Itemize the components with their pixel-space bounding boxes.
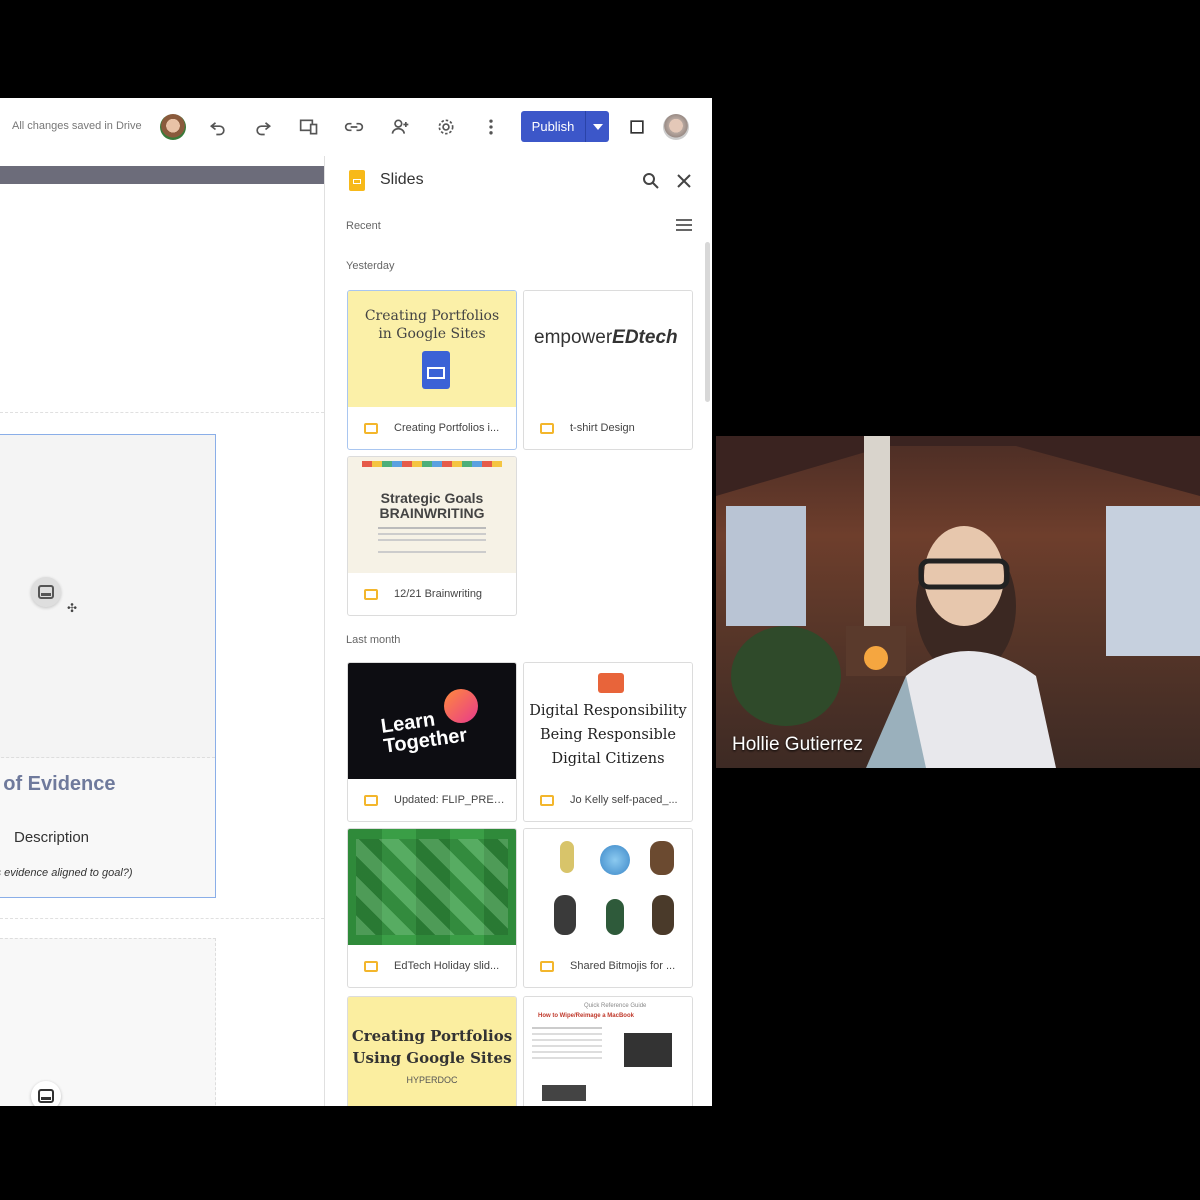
undo-icon[interactable] — [206, 115, 230, 139]
thumbnail-screenshot — [624, 1033, 672, 1067]
thumbnail-subtitle: HYPERDOC — [406, 1075, 458, 1085]
file-tile[interactable]: Shared Bitmojis for ... — [523, 828, 693, 988]
publish-button[interactable]: Publish — [521, 111, 609, 142]
link-icon[interactable] — [342, 115, 366, 139]
thumbnail-title: Creating Portfolios Using Google Sites — [351, 1027, 513, 1067]
file-tile[interactable]: empowerEDtech t-shirt Design — [523, 290, 693, 450]
account-avatar[interactable] — [663, 114, 689, 140]
section-divider — [0, 918, 324, 919]
file-tile[interactable]: Digital Responsibility Being Responsible D… — [523, 662, 693, 822]
thumbnail-title: Learn Together — [379, 708, 469, 758]
participant-video: Hollie Gutierrez — [716, 436, 1200, 768]
file-tile[interactable]: EdTech Holiday slid... — [347, 828, 517, 988]
thumbnail-title: Creating Portfolios in Google Sites — [364, 308, 500, 342]
bitmoji-figure — [650, 841, 674, 875]
redo-icon[interactable] — [251, 115, 275, 139]
panel-scrollbar[interactable] — [705, 242, 710, 402]
file-name: t-shirt Design — [570, 422, 635, 434]
publish-label[interactable]: Publish — [521, 111, 586, 142]
file-thumbnail: Strategic Goals BRAINWRITING — [348, 457, 516, 573]
panel-toggle-icon[interactable] — [625, 115, 649, 139]
slides-file-icon — [540, 794, 554, 806]
file-name: Shared Bitmojis for ... — [570, 960, 676, 972]
more-options-icon[interactable] — [479, 115, 503, 139]
page-canvas: ✣ le of Evidence Description his evidenc… — [0, 156, 324, 1106]
slides-file-icon — [540, 422, 554, 434]
megaphone-icon — [598, 673, 624, 693]
file-name: 12/21 Brainwriting — [394, 588, 483, 600]
thumbnail-title: How to Wipe/Reimage a MacBook — [538, 1013, 634, 1019]
card-title[interactable]: le of Evidence — [0, 773, 116, 796]
card-question[interactable]: his evidence aligned to goal?) — [0, 867, 133, 879]
file-thumbnail: Creating Portfolios in Google Sites — [348, 291, 516, 407]
panel-title: Slides — [380, 171, 424, 188]
insert-image-button[interactable] — [31, 577, 61, 607]
video-feed — [716, 436, 1200, 768]
preview-devices-icon[interactable] — [297, 115, 321, 139]
thumbnail-collage — [356, 839, 508, 935]
publish-dropdown-icon[interactable] — [586, 111, 609, 142]
card-description[interactable]: Description — [14, 829, 89, 846]
header-banner — [0, 166, 324, 184]
google-sites-icon — [422, 351, 450, 389]
search-icon[interactable] — [640, 170, 662, 192]
list-view-icon[interactable] — [673, 214, 695, 236]
section-divider — [0, 412, 324, 413]
evidence-card[interactable]: ✣ le of Evidence Description his evidenc… — [0, 434, 216, 898]
google-slides-icon — [349, 170, 365, 191]
slides-picker-panel: Slides Recent Yesterday Creating Portfol… — [324, 156, 712, 1106]
bitmoji-figure — [554, 895, 576, 935]
file-tile[interactable]: Creating Portfolios Using Google Sites HY… — [347, 996, 517, 1106]
thumbnail-subtitle: Quick Reference Guide — [584, 1003, 647, 1009]
file-tile[interactable]: Creating Portfolios in Google Sites Crea… — [347, 290, 517, 450]
file-thumbnail: Learn Together — [348, 663, 516, 779]
file-name: Creating Portfolios i... — [394, 422, 500, 434]
thumbnail-body-text — [378, 527, 486, 529]
file-thumbnail: Digital Responsibility Being Responsible D… — [524, 663, 692, 779]
slides-file-icon — [364, 588, 378, 600]
section-last-month: Last month — [346, 634, 401, 646]
move-cursor-icon: ✣ — [67, 601, 78, 615]
slides-file-icon — [364, 422, 378, 434]
collaborator-avatar[interactable] — [160, 114, 186, 140]
file-tile[interactable]: Strategic Goals BRAINWRITING 12/21 Brainw… — [347, 456, 517, 616]
slides-file-icon — [364, 960, 378, 972]
thumbnail-title: empowerEDtech — [534, 327, 678, 348]
sites-toolbar: All changes saved in Drive Publish — [0, 98, 712, 157]
file-name: Jo Kelly self-paced_... — [570, 794, 678, 806]
close-icon[interactable] — [673, 170, 695, 192]
globe-icon — [600, 845, 630, 875]
image-placeholder[interactable]: ✣ — [0, 435, 215, 758]
file-tile[interactable]: Quick Reference Guide How to Wipe/Reimag… — [523, 996, 693, 1106]
file-thumbnail — [348, 829, 516, 945]
settings-gear-icon[interactable] — [434, 115, 458, 139]
share-add-person-icon[interactable] — [388, 115, 412, 139]
bunting-decoration — [362, 461, 502, 467]
file-thumbnail: Creating Portfolios Using Google Sites HY… — [348, 997, 516, 1106]
file-thumbnail: Quick Reference Guide How to Wipe/Reimag… — [524, 997, 692, 1106]
section-yesterday: Yesterday — [346, 260, 395, 272]
file-thumbnail — [524, 829, 692, 945]
participant-name: Hollie Gutierrez — [732, 734, 863, 755]
file-tile[interactable]: Learn Together Updated: FLIP_PRES... — [347, 662, 517, 822]
slides-file-icon — [540, 960, 554, 972]
file-name: EdTech Holiday slid... — [394, 960, 500, 972]
thumbnail-title: Digital Responsibility Being Responsible D… — [529, 703, 687, 767]
thumbnail-screenshot — [542, 1085, 586, 1101]
slides-file-icon — [364, 794, 378, 806]
panel-header: Slides — [325, 156, 712, 204]
bitmoji-figure — [560, 841, 574, 873]
recent-label[interactable]: Recent — [346, 220, 381, 232]
file-thumbnail: empowerEDtech — [524, 291, 692, 407]
screen-share: All changes saved in Drive Publish ✣ le … — [0, 98, 712, 1106]
bitmoji-figure — [606, 899, 624, 935]
file-name: Updated: FLIP_PRES... — [394, 794, 510, 806]
save-status: All changes saved in Drive — [12, 120, 142, 132]
thumbnail-body-text — [532, 1027, 602, 1029]
thumbnail-title: Strategic Goals BRAINWRITING — [379, 490, 485, 521]
insert-image-button[interactable] — [31, 1081, 61, 1106]
evidence-card-2[interactable] — [0, 938, 216, 1106]
bitmoji-figure — [652, 895, 674, 935]
